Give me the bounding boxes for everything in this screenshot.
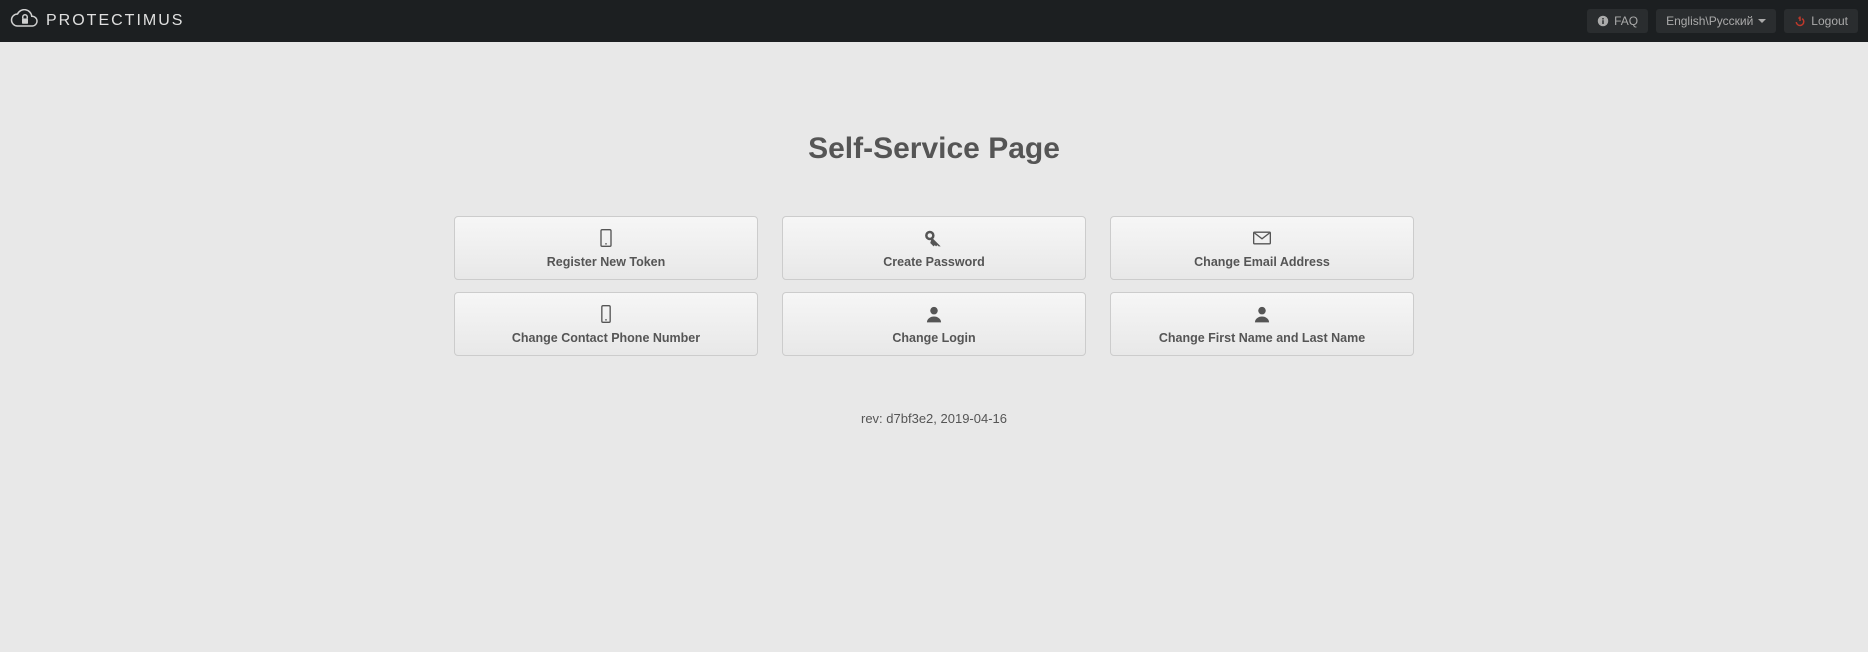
chevron-down-icon — [1758, 19, 1766, 23]
change-login-tile[interactable]: Change Login — [782, 292, 1086, 356]
key-icon — [923, 228, 945, 251]
language-label: English\Русский — [1666, 14, 1753, 28]
user-icon — [1251, 304, 1273, 327]
action-grid: Register New Token Create Password Chang… — [454, 216, 1414, 356]
faq-button[interactable]: FAQ — [1587, 9, 1648, 33]
footer-revision: rev: d7bf3e2, 2019-04-16 — [454, 411, 1414, 426]
power-icon — [1794, 15, 1806, 27]
phone-icon — [595, 304, 617, 327]
logout-button[interactable]: Logout — [1784, 9, 1858, 33]
envelope-icon — [1251, 228, 1273, 251]
tile-label: Change First Name and Last Name — [1159, 331, 1365, 345]
change-phone-tile[interactable]: Change Contact Phone Number — [454, 292, 758, 356]
user-icon — [923, 304, 945, 327]
tile-label: Register New Token — [547, 255, 666, 269]
tile-label: Create Password — [883, 255, 984, 269]
faq-label: FAQ — [1614, 14, 1638, 28]
tile-label: Change Contact Phone Number — [512, 331, 700, 345]
brand-text: PROTECTIMUS — [46, 12, 184, 30]
language-selector[interactable]: English\Русский — [1656, 9, 1776, 33]
tile-label: Change Login — [892, 331, 975, 345]
header: PROTECTIMUS FAQ English\Русский — [0, 0, 1868, 42]
logout-label: Logout — [1811, 14, 1848, 28]
header-actions: FAQ English\Русский Logout — [1587, 9, 1858, 33]
change-name-tile[interactable]: Change First Name and Last Name — [1110, 292, 1414, 356]
page-title: Self-Service Page — [454, 132, 1414, 166]
info-icon — [1597, 15, 1609, 27]
cloud-lock-icon — [10, 9, 40, 34]
main-content: Self-Service Page Register New Token Cre… — [454, 42, 1414, 426]
create-password-tile[interactable]: Create Password — [782, 216, 1086, 280]
brand-logo[interactable]: PROTECTIMUS — [10, 9, 184, 34]
tablet-icon — [595, 228, 617, 251]
register-new-token-tile[interactable]: Register New Token — [454, 216, 758, 280]
tile-label: Change Email Address — [1194, 255, 1330, 269]
change-email-tile[interactable]: Change Email Address — [1110, 216, 1414, 280]
